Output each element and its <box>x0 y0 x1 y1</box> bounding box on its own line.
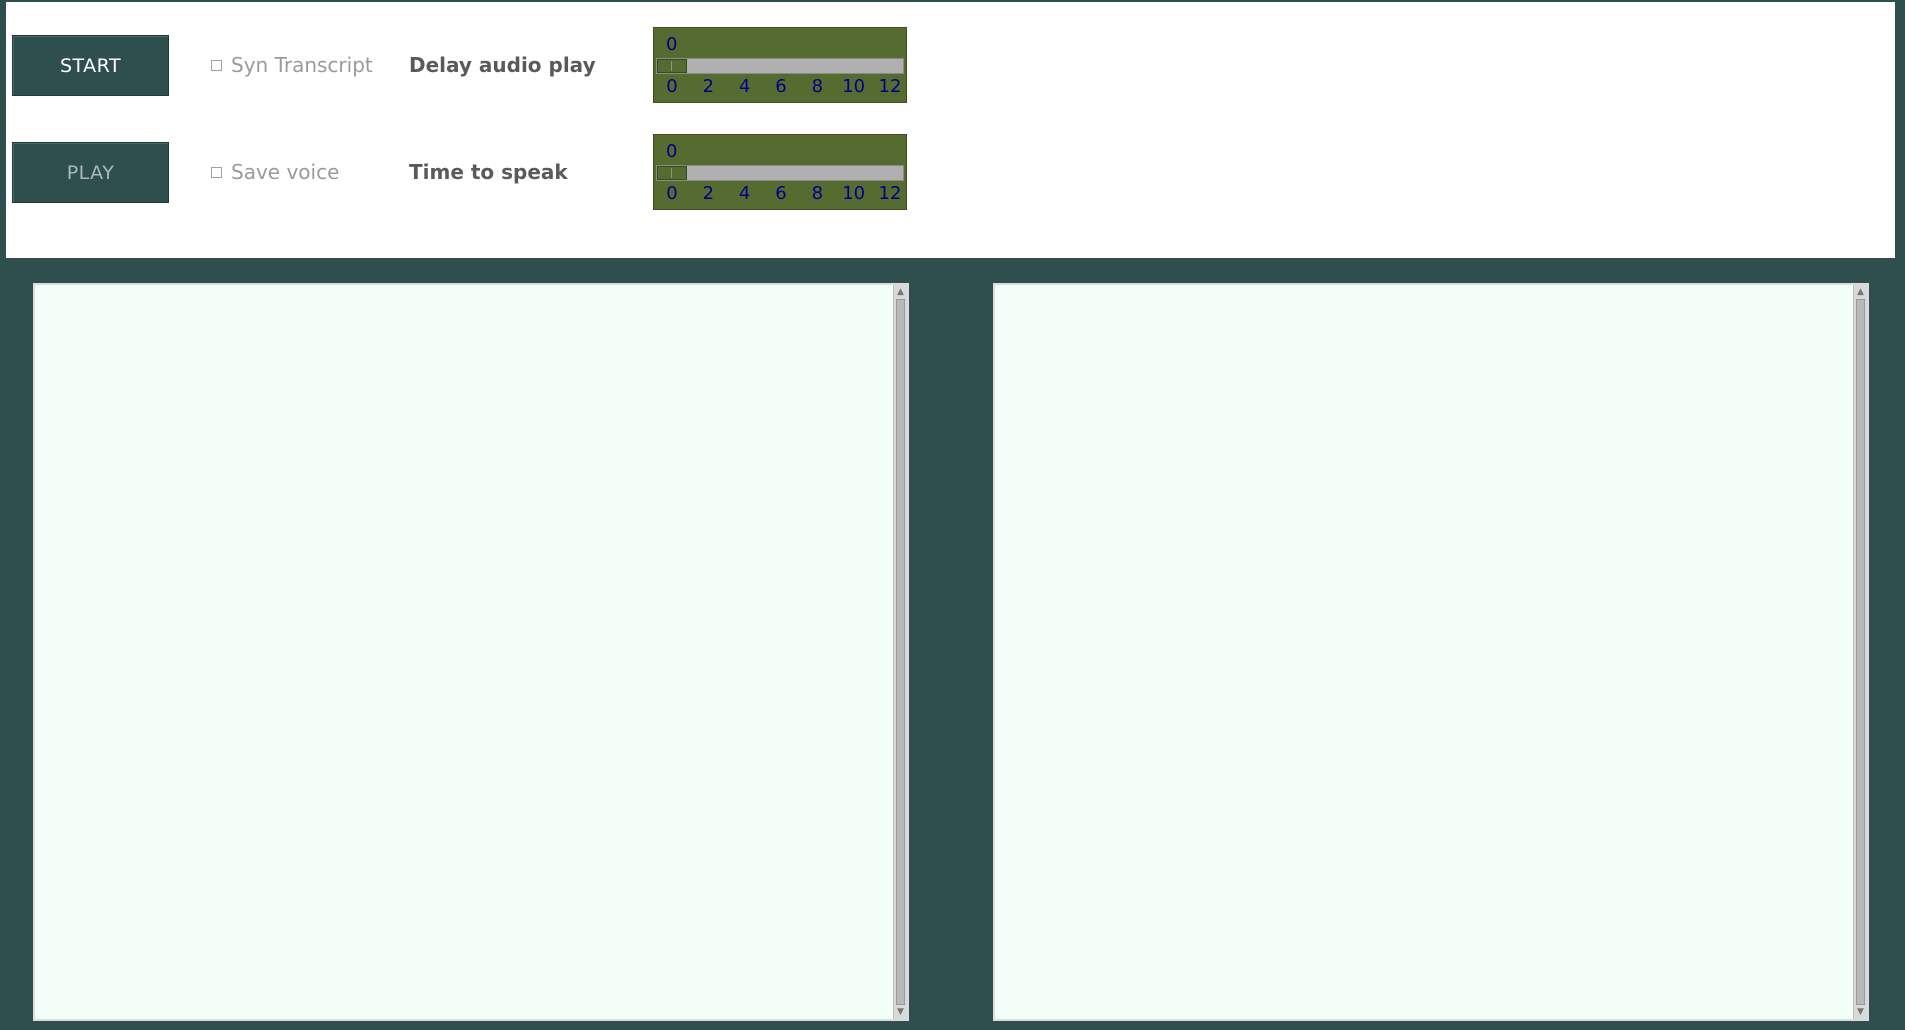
left-text-area[interactable]: ▲ ▼ <box>33 283 909 1021</box>
scale-tick-label: 6 <box>775 183 787 204</box>
save-voice-checkbox[interactable]: Save voice <box>211 157 339 187</box>
scale-tick-label: 0 <box>666 183 678 204</box>
scale-tick-label: 10 <box>842 183 866 204</box>
time-scale-value: 0 <box>666 141 678 162</box>
scale-tick-label: 8 <box>811 183 824 204</box>
right-text-area[interactable]: ▲ ▼ <box>993 283 1869 1021</box>
arrow-down-icon[interactable]: ▼ <box>895 1006 906 1018</box>
scale-tick-label: 6 <box>775 76 787 97</box>
time-to-speak-label: Time to speak <box>409 160 568 184</box>
delay-audio-play-label: Delay audio play <box>409 53 596 77</box>
time-scale-ticks: 0 2 4 6 8 10 12 <box>654 183 908 207</box>
scale-tick-label: 4 <box>738 76 751 97</box>
delay-scale-slider-handle[interactable] <box>657 59 687 73</box>
delay-scale-trough[interactable] <box>656 58 904 74</box>
arrow-up-icon[interactable]: ▲ <box>1855 286 1866 298</box>
syn-transcript-label: Syn Transcript <box>231 53 373 77</box>
delay-scale-ticks: 0 2 4 6 8 10 12 <box>654 76 908 100</box>
save-voice-label: Save voice <box>231 160 340 184</box>
time-scale-slider-handle[interactable] <box>657 166 687 180</box>
checkbox-box[interactable] <box>211 60 222 71</box>
scale-tick-label: 12 <box>878 76 902 97</box>
scale-tick-label: 10 <box>842 76 866 97</box>
time-to-speak-scale[interactable]: 0 0 2 4 6 8 10 12 <box>653 134 907 210</box>
scale-tick-label: 2 <box>702 76 715 97</box>
left-scrollbar-thumb[interactable] <box>896 299 905 1005</box>
checkbox-box[interactable] <box>211 167 222 178</box>
scale-tick-label: 0 <box>666 76 678 97</box>
right-scrollbar-thumb[interactable] <box>1856 299 1865 1005</box>
play-button[interactable]: PLAY <box>12 142 169 203</box>
control-panel: START PLAY Syn Transcript Save voice Del… <box>6 2 1895 258</box>
syn-transcript-checkbox[interactable]: Syn Transcript <box>211 50 373 80</box>
right-scrollbar[interactable]: ▲ ▼ <box>1853 285 1867 1019</box>
scale-tick-label: 4 <box>738 183 751 204</box>
delay-scale-value: 0 <box>666 34 678 55</box>
scale-tick-label: 12 <box>878 183 902 204</box>
arrow-down-icon[interactable]: ▼ <box>1855 1006 1866 1018</box>
left-scrollbar[interactable]: ▲ ▼ <box>893 285 907 1019</box>
time-scale-trough[interactable] <box>656 165 904 181</box>
scale-tick-label: 2 <box>702 183 715 204</box>
scale-tick-label: 8 <box>811 76 824 97</box>
arrow-up-icon[interactable]: ▲ <box>895 286 906 298</box>
delay-audio-scale[interactable]: 0 0 2 4 6 8 10 12 <box>653 27 907 103</box>
start-button[interactable]: START <box>12 35 169 96</box>
